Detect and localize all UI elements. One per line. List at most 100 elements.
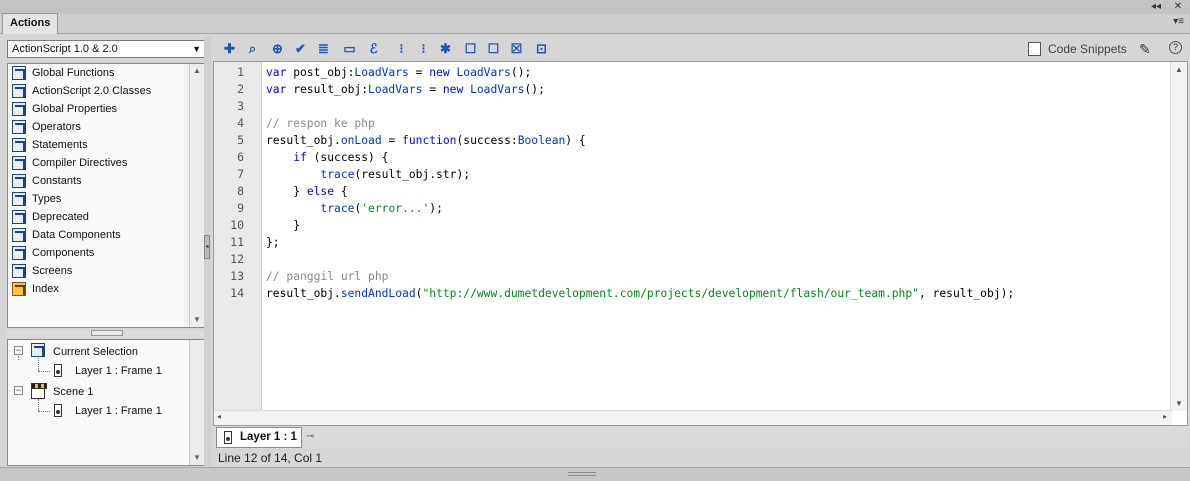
toolbox-item[interactable]: Operators <box>8 118 184 136</box>
apply-block-comment-icon[interactable]: ☐ <box>462 40 479 57</box>
code-line[interactable]: } <box>266 217 300 234</box>
language-select[interactable]: ActionScript 1.0 & 2.0 ▼ <box>7 40 205 58</box>
insert-target-path-icon[interactable]: ⊕ <box>269 40 286 57</box>
current-frame-item[interactable]: Layer 1 : Frame 1 <box>75 361 162 381</box>
toolbox-item[interactable]: ActionScript 2.0 Classes <box>8 82 184 100</box>
expand-all-icon[interactable]: ✱ <box>437 40 454 57</box>
scroll-up-icon[interactable]: ▲ <box>1173 65 1185 74</box>
tab-actions[interactable]: Actions <box>2 13 59 34</box>
code-token: LoadVars <box>368 83 423 96</box>
wand-icon[interactable]: ✎ <box>1139 40 1151 58</box>
collapse-between-braces-icon[interactable]: ⁝ <box>393 40 410 57</box>
scene-item[interactable]: Scene 1 <box>53 382 93 402</box>
book-icon <box>12 246 26 260</box>
frame-icon <box>54 404 62 417</box>
toolbox-item[interactable]: Deprecated <box>8 208 184 226</box>
scroll-left-icon[interactable]: ◂ <box>217 412 221 421</box>
toolbox-item[interactable]: Index <box>8 280 184 298</box>
pane-splitter[interactable] <box>7 330 205 337</box>
code-token: (success: <box>456 134 518 147</box>
show-code-hint-icon[interactable]: ▭ <box>341 40 358 57</box>
code-token: new <box>429 66 450 79</box>
auto-format-icon[interactable]: ≣ <box>315 40 332 57</box>
script-editor[interactable]: 1 2 3 4 5 6 7 8 9 10 11 12 13 14 var post_obj:LoadVar… <box>213 61 1188 426</box>
code-line[interactable]: } else { <box>266 183 348 200</box>
toolbox-item[interactable]: Data Components <box>8 226 184 244</box>
expand-toggle[interactable]: − <box>14 346 23 355</box>
find-icon[interactable]: ⌕ <box>244 40 261 57</box>
code-token: LoadVars <box>456 66 511 79</box>
expand-toggle[interactable]: − <box>14 386 23 395</box>
current-selection-label[interactable]: Current Selection <box>53 342 138 362</box>
close-panel-icon[interactable]: ✕ <box>1172 1 1184 13</box>
toolbox-item[interactable]: Screens <box>8 262 184 280</box>
scroll-down-icon[interactable]: ▼ <box>190 313 204 327</box>
code-token: (success) { <box>306 151 389 164</box>
code-token: result_obj. <box>266 134 341 147</box>
code-token: = <box>422 83 443 96</box>
toolbox-item[interactable]: Global Functions <box>8 64 184 82</box>
line-number: 5 <box>237 133 244 147</box>
frame-icon <box>224 431 232 444</box>
code-token: if <box>293 151 307 164</box>
book-icon <box>12 192 26 206</box>
editor-horizontal-scrollbar[interactable]: ◂ ▸ <box>214 410 1172 425</box>
scroll-down-icon[interactable]: ▼ <box>1173 399 1185 408</box>
remove-comment-icon[interactable]: ☒ <box>508 40 525 57</box>
panel-resize-strip[interactable] <box>0 467 1190 481</box>
add-item-icon[interactable]: ✚ <box>221 40 238 57</box>
code-line[interactable]: trace(result_obj.str); <box>266 166 470 183</box>
code-snippets-icon <box>1028 42 1041 56</box>
code-line[interactable]: if (success) { <box>266 149 388 166</box>
code-line[interactable]: trace('error...'); <box>266 200 442 217</box>
code-token: { <box>334 185 348 198</box>
code-line[interactable]: result_obj.onLoad = function(success:Boo… <box>266 132 586 149</box>
splitter-grip[interactable] <box>91 330 123 336</box>
code-token: 'error...' <box>361 202 430 215</box>
resize-grip[interactable] <box>568 472 596 476</box>
check-syntax-icon[interactable]: ✔ <box>292 40 309 57</box>
code-line[interactable]: // panggil url php <box>266 268 388 285</box>
actions-toolbox: Global Functions ActionScript 2.0 Classes… <box>7 63 205 328</box>
toolbox-item[interactable]: Types <box>8 190 184 208</box>
code-line[interactable]: // respon ke php <box>266 115 375 132</box>
show-hide-toolbox-icon[interactable]: ⊡ <box>533 40 550 57</box>
line-number: 6 <box>237 150 244 164</box>
book-icon <box>12 120 26 134</box>
toolbox-item-label: Operators <box>32 121 81 133</box>
scroll-up-icon[interactable]: ▲ <box>190 64 204 78</box>
toolbox-item[interactable]: Constants <box>8 172 184 190</box>
collapse-toolbox-icon[interactable]: ◂ <box>204 235 210 259</box>
chevron-down-icon[interactable]: ▼ <box>192 41 201 57</box>
code-line[interactable]: }; <box>266 234 280 251</box>
line-number: 7 <box>237 167 244 181</box>
script-tab-layer1[interactable]: Layer 1 : 1 <box>216 427 302 448</box>
panel-divider[interactable]: ◂ <box>204 37 211 466</box>
collapse-panel-icon[interactable]: ◂◂ <box>1150 1 1162 13</box>
code-token: Boolean <box>517 134 566 147</box>
scene-frame-item[interactable]: Layer 1 : Frame 1 <box>75 401 162 421</box>
code-snippets-button[interactable]: Code Snippets ✎ <box>1028 40 1151 58</box>
code-line[interactable]: result_obj.sendAndLoad("http://www.dumet… <box>266 285 1014 302</box>
navigator-scrollbar[interactable]: ▼ <box>189 340 204 465</box>
toolbox-item[interactable]: Compiler Directives <box>8 154 184 172</box>
apply-line-comment-icon[interactable]: ☐ <box>485 40 502 57</box>
frame-icon <box>54 364 62 377</box>
debug-options-icon[interactable]: ℰ <box>365 40 382 57</box>
toolbox-scrollbar[interactable]: ▲ ▼ <box>189 64 204 327</box>
panel-menu-icon[interactable]: ▾≡ <box>1173 16 1184 27</box>
scroll-down-icon[interactable]: ▼ <box>190 451 204 465</box>
book-icon <box>12 138 26 152</box>
editor-vertical-scrollbar[interactable]: ▲ ▼ <box>1170 62 1187 411</box>
toolbox-item[interactable]: Global Properties <box>8 100 184 118</box>
toolbox-item[interactable]: Statements <box>8 136 184 154</box>
code-line[interactable]: var result_obj:LoadVars = new LoadVars()… <box>266 81 545 98</box>
pin-script-icon[interactable]: ⊸ <box>306 432 318 442</box>
help-icon[interactable]: ? <box>1169 41 1182 54</box>
code-line[interactable]: var post_obj:LoadVars = new LoadVars(); <box>266 64 531 81</box>
scroll-right-icon[interactable]: ▸ <box>1163 412 1167 421</box>
code-token: onLoad <box>340 134 382 147</box>
line-number-gutter: 1 2 3 4 5 6 7 8 9 10 11 12 13 14 <box>214 62 262 411</box>
collapse-selection-icon[interactable]: ⁝ <box>415 40 432 57</box>
toolbox-item[interactable]: Components <box>8 244 184 262</box>
